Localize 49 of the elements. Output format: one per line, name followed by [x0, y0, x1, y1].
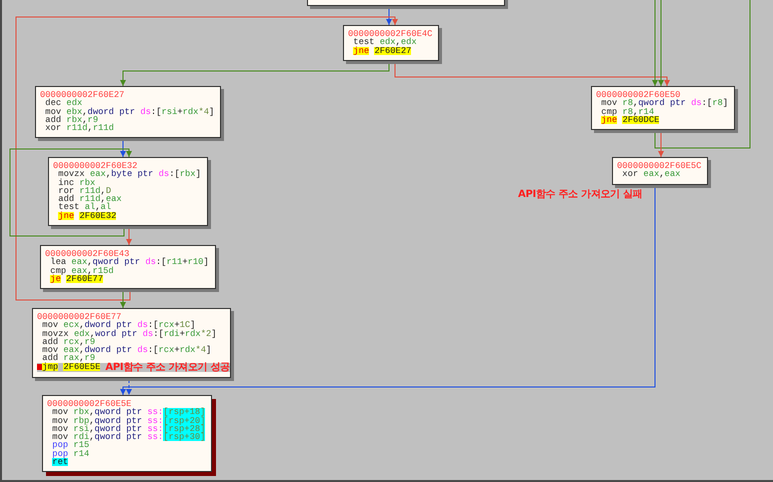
code-line[interactable]: dec edx: [40, 99, 214, 108]
code-line[interactable]: mov rbx,qword ptr ss:[rsp+18]: [47, 408, 206, 417]
code-line[interactable]: test edx,edx: [348, 38, 432, 47]
code-line[interactable]: xor eax,eax: [617, 170, 702, 179]
code-block[interactable]: 0000000002F60E43 lea eax,qword ptr ds:[r11+r10] cmp eax,r15d je 2F60E77: [40, 245, 216, 290]
code-block[interactable]: 0000000002F60E27 dec edx mov ebx,dword ptr ds:[rsi+rdx*4] add rbx,r9 xor r11d,r11d: [35, 86, 222, 138]
code-line[interactable]: lea eax,qword ptr ds:[r11+r10]: [45, 258, 209, 267]
code-line[interactable]: ror r11d,D: [53, 186, 201, 196]
code-line[interactable]: jne 2F60DCE: [596, 116, 728, 124]
code-line[interactable]: add rcx,r9: [37, 338, 224, 346]
code-line[interactable]: mov rsi,qword ptr ss:[rsp+28]: [47, 424, 206, 434]
code-line[interactable]: test al,al: [53, 203, 201, 212]
block-address: 0000000002F60E32: [53, 162, 138, 170]
block-address: 0000000002F60E27: [40, 91, 126, 100]
code-block[interactable]: 0000000002F60E4C test edx,edx jne 2F60E27: [343, 25, 440, 61]
code-line[interactable]: ret: [47, 458, 206, 466]
code-line[interactable]: xor r11d,r11d: [40, 124, 214, 132]
code-line[interactable]: add r11d,eax: [53, 195, 201, 204]
block-address: 0000000002F60E77: [37, 313, 122, 322]
code-line[interactable]: inc rbx: [53, 178, 201, 187]
code-line[interactable]: cmp eax,r15d: [45, 266, 209, 275]
code-line[interactable]: add rax,r9: [37, 354, 224, 363]
block-address: 0000000002F60E5C: [617, 162, 702, 170]
code-line[interactable]: mov r8,qword ptr ds:[r8]: [596, 99, 728, 108]
code-line[interactable]: movzx edx,word ptr ds:[rdi+rdx*2]: [37, 330, 224, 338]
code-line[interactable]: add rbx,r9: [40, 116, 214, 124]
code-line[interactable]: mov ebx,dword ptr ds:[rsi+rdx*4]: [40, 108, 214, 116]
breakpoint-icon[interactable]: [37, 364, 42, 370]
block-address: 0000000002F60E5E: [47, 400, 132, 408]
code-line[interactable]: jne 2F60E27: [348, 46, 432, 55]
code-line[interactable]: mov rbp,qword ptr ss:[rsp+20]: [47, 416, 206, 425]
code-line[interactable]: jne 2F60E32: [53, 212, 201, 220]
block-address: 0000000002F60E4C: [348, 30, 432, 38]
code-block[interactable]: 0000000002F60E50 mov r8,qword ptr ds:[r8] cmp r8,r14 jne 2F60DCE: [591, 86, 736, 130]
comment-label: API함수 주소 가져오기 성공: [105, 362, 230, 372]
code-line[interactable]: movzx eax,byte ptr ds:[rbx]: [53, 170, 201, 179]
code-line[interactable]: pop r14: [47, 450, 206, 458]
code-line[interactable]: mov ecx,dword ptr ds:[rcx+1C]: [37, 321, 224, 330]
code-block[interactable]: 0000000002F60E77 mov ecx,dword ptr ds:[rcx+1C] movzx edx,word ptr ds:[rdi+rdx*2] add rcx,r9 mov eax,dword ptr ds:[rcx+rdx*4] add rax,r9 jmp 2F60E5E API함수 주소 가져오기 성공: [32, 308, 231, 378]
block-address: 0000000002F60E43: [45, 250, 130, 258]
comment-label: API함수 주소 가져오기 실패: [518, 188, 642, 201]
block-address: 0000000002F60E50: [596, 91, 680, 100]
code-block[interactable]: 0000000002F60E5C xor eax,eax: [612, 157, 708, 185]
code-line[interactable]: mov eax,dword ptr ds:[rcx+rdx*4]: [37, 346, 224, 354]
code-block[interactable]: 0000000002F60E32 movzx eax,byte ptr ds:[rbx] inc rbx ror r11d,D add r11d,eax test al,al jne 2F60E32: [48, 157, 208, 226]
code-line[interactable]: cmp r8,r14: [596, 108, 728, 116]
code-line[interactable]: je 2F60E77: [45, 274, 209, 284]
code-line[interactable]: mov rdi,qword ptr ss:[rsp+30]: [47, 433, 206, 442]
code-line[interactable]: pop r15: [47, 441, 206, 450]
